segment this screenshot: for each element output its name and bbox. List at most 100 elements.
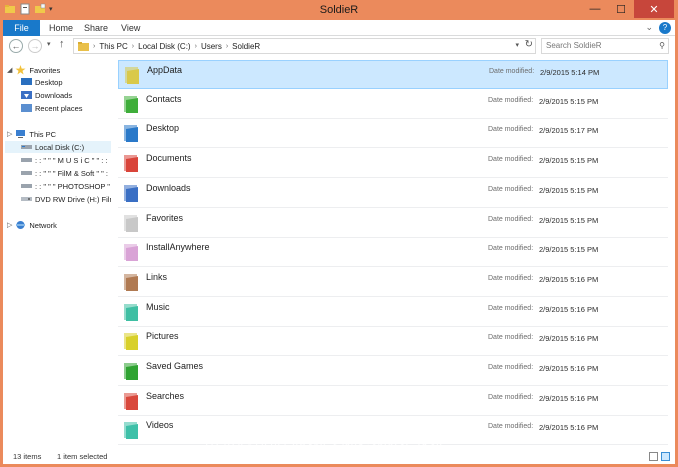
folder-icon: [124, 333, 138, 351]
folder-icon: [124, 303, 138, 321]
nav-recent-places[interactable]: Recent places: [21, 102, 83, 114]
nav-label: Favorites: [29, 65, 61, 75]
tab-share[interactable]: Share: [84, 20, 108, 36]
breadcrumb-separator: ›: [93, 42, 96, 50]
folder-icon: [124, 95, 138, 113]
back-button[interactable]: ←: [9, 39, 23, 53]
date-modified-value: 2/9/2015 5:15 PM: [539, 96, 599, 106]
search-icon[interactable]: ⚲: [659, 39, 665, 53]
up-button[interactable]: ↑: [59, 38, 65, 50]
nav-local-disk-c[interactable]: Local Disk (C:): [5, 141, 111, 153]
address-bar[interactable]: › This PC › Local Disk (C:) › Users › So…: [73, 38, 536, 54]
file-name: Downloads: [146, 182, 191, 193]
chevron-right-icon[interactable]: ▷: [7, 130, 12, 138]
date-modified-label: Date modified:: [488, 156, 534, 164]
drive-icon: [21, 158, 32, 162]
chevron-down-icon[interactable]: ⌄: [645, 22, 653, 33]
folder-icon: [124, 363, 138, 380]
explorer-window: ▾ SoldieR — ☐ ✕ File Home Share View ⌄ ?…: [0, 0, 678, 467]
nav-downloads[interactable]: Downloads: [21, 89, 72, 101]
large-icons-view-icon[interactable]: [661, 452, 670, 461]
breadcrumb-users[interactable]: Users: [201, 42, 222, 51]
nav-label: : : " " " M U S i C " " : :: [35, 155, 108, 165]
minimize-button[interactable]: —: [582, 0, 608, 18]
nav-music-drive[interactable]: : : " " " M U S i C " " : :: [21, 154, 107, 166]
nav-label: This PC: [29, 129, 57, 139]
nav-label: Recent places: [35, 103, 83, 113]
forward-button[interactable]: →: [28, 39, 42, 53]
date-modified-value: 2/9/2015 5:16 PM: [539, 423, 599, 433]
file-row[interactable]: Pictures Date modified: 2/9/2015 5:16 PM: [118, 327, 668, 357]
drive-icon: [21, 184, 32, 188]
nav-desktop[interactable]: Desktop: [21, 76, 63, 88]
date-modified-label: Date modified:: [488, 364, 534, 371]
date-modified-value: 2/9/2015 5:16 PM: [539, 274, 599, 284]
recent-locations-icon[interactable]: ▾: [47, 40, 51, 48]
folder-icon: [78, 42, 89, 51]
refresh-icon[interactable]: ↻: [525, 39, 533, 50]
file-name: InstallAnywhere: [146, 242, 210, 253]
ribbon-tabs: File Home Share View ⌄ ?: [3, 20, 675, 36]
tab-home[interactable]: Home: [49, 20, 73, 36]
file-row[interactable]: AppData Date modified: 2/9/2015 5:14 PM: [118, 60, 668, 89]
date-modified-value: 2/9/2015 5:16 PM: [539, 334, 599, 344]
date-modified-label: Date modified:: [488, 245, 534, 253]
nav-label: DVD RW Drive (H:) Filr: [35, 194, 111, 204]
drive-icon: [21, 145, 32, 149]
folder-icon: [124, 184, 138, 202]
maximize-button[interactable]: ☐: [608, 0, 634, 18]
close-button[interactable]: ✕: [634, 0, 674, 18]
nav-this-pc[interactable]: ▷ This PC: [7, 128, 56, 140]
search-placeholder: Search SoldieR: [546, 41, 602, 50]
file-row[interactable]: InstallAnywhere Date modified: 2/9/2015 5:…: [118, 238, 668, 268]
folder-icon: [124, 273, 138, 291]
tab-file[interactable]: File: [3, 20, 40, 36]
address-dropdown-icon[interactable]: ▾: [515, 41, 519, 49]
file-row[interactable]: Desktop Date modified: 2/9/2015 5:17 PM: [118, 119, 668, 149]
date-modified-label: Date modified:: [488, 304, 534, 312]
file-row[interactable]: Saved Games Date modified: 2/9/2015 5:16 P…: [118, 357, 668, 386]
help-button[interactable]: ?: [659, 22, 671, 34]
nav-label: : : " " " PHOTOSHOP " ": [35, 181, 111, 191]
file-name: Links: [146, 271, 168, 282]
downloads-icon: [21, 91, 32, 99]
network-icon: [16, 221, 26, 229]
search-input[interactable]: Search SoldieR ⚲: [541, 38, 669, 54]
file-name: Videos: [146, 420, 174, 431]
file-row[interactable]: Music Date modified: 2/9/2015 5:16 PM: [118, 298, 668, 327]
details-view-icon[interactable]: [649, 452, 658, 461]
nav-favorites[interactable]: ◢ Favorites: [7, 64, 60, 76]
tab-view[interactable]: View: [121, 20, 140, 36]
star-icon: [15, 65, 26, 75]
folder-icon: [125, 67, 139, 84]
folder-icon: [124, 125, 138, 143]
breadcrumb-this-pc[interactable]: This PC: [99, 42, 127, 51]
title-bar: ▾ SoldieR — ☐ ✕: [0, 0, 678, 20]
date-modified-label: Date modified:: [488, 334, 534, 342]
nav-film-soft-drive[interactable]: : : " " " FilM & Soft " " :: [21, 167, 108, 179]
breadcrumb-soldier[interactable]: SoldieR: [232, 42, 260, 51]
date-modified-label: Date modified:: [489, 68, 535, 75]
file-row[interactable]: Favorites Date modified: 2/9/2015 5:15 PM: [118, 209, 668, 238]
folder-icon: [124, 422, 138, 440]
file-row[interactable]: Downloads Date modified: 2/9/2015 5:15 PM: [118, 179, 668, 208]
breadcrumb-local-disk[interactable]: Local Disk (C:): [138, 42, 190, 51]
breadcrumb-separator: ›: [225, 42, 229, 50]
date-modified-label: Date modified:: [488, 215, 534, 223]
item-count: 13 items: [13, 452, 42, 461]
nav-network[interactable]: ▷ Network: [7, 219, 57, 231]
file-row[interactable]: Contacts Date modified: 2/9/2015 5:15 PM: [118, 90, 668, 119]
file-row[interactable]: Searches Date modified: 2/9/2015 5:16 PM: [118, 387, 668, 416]
chevron-down-icon[interactable]: ◢: [7, 66, 12, 74]
nav-photoshop-drive[interactable]: : : " " " PHOTOSHOP " ": [21, 180, 111, 192]
status-bar: 13 items 1 item selected: [3, 449, 675, 464]
chevron-right-icon[interactable]: ▷: [7, 221, 12, 229]
date-modified-value: 2/9/2015 5:16 PM: [539, 364, 599, 373]
file-row[interactable]: Documents Date modified: 2/9/2015 5:15 PM: [118, 149, 668, 179]
file-row[interactable]: Links Date modified: 2/9/2015 5:16 PM: [118, 268, 668, 297]
nav-dvd-drive[interactable]: DVD RW Drive (H:) Filr: [21, 193, 111, 205]
file-name: Desktop: [146, 123, 180, 134]
date-modified-label: Date modified:: [488, 423, 534, 431]
file-name: Pictures: [146, 331, 179, 342]
selection-count: 1 item selected: [57, 452, 108, 461]
